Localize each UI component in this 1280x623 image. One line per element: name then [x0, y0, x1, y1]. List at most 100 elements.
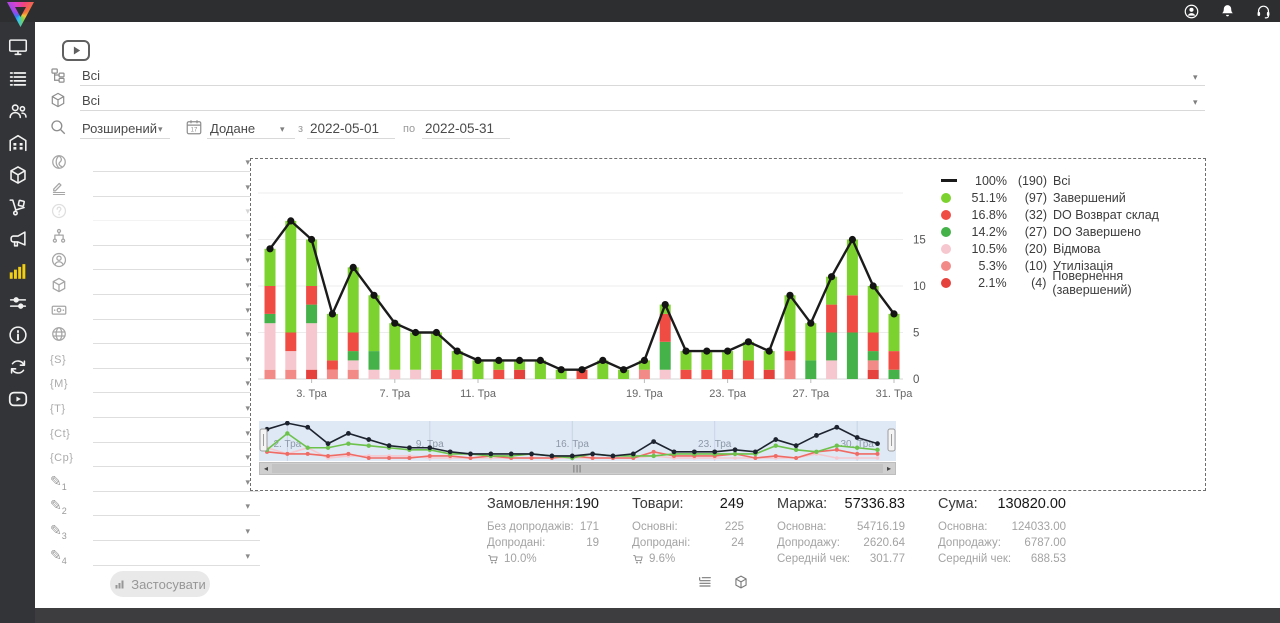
- structure-icon: [50, 227, 68, 245]
- category-caret-icon[interactable]: ▾: [1193, 72, 1198, 83]
- legend-label: Повернення (завершений): [1052, 269, 1205, 297]
- date-to-label: по: [403, 123, 415, 135]
- scroll-left-icon[interactable]: ◂: [260, 463, 272, 474]
- legend-line-swatch: [941, 179, 957, 182]
- app-logo-icon[interactable]: [7, 2, 34, 27]
- legend-percent: 5.3%: [963, 259, 1007, 273]
- sidebar-item-marketing-megaphone-icon[interactable]: [7, 228, 29, 250]
- products-cube-icon: [7, 164, 29, 186]
- globe-icon: [50, 325, 68, 343]
- stat-column: Сума:130820.00Основна:124033.00Допродажу…: [938, 496, 1066, 567]
- chart-legend: 100%(190)Всі51.1%(97)Завершений16.8%(32)…: [941, 172, 1205, 291]
- stat-title: Сума:: [938, 496, 978, 512]
- marketing-megaphone-icon: [7, 228, 29, 250]
- legend-percent: 51.1%: [963, 191, 1007, 205]
- legend-dot-swatch: [941, 210, 951, 220]
- svg-text:19. Тра: 19. Тра: [626, 388, 664, 400]
- side-filter-row[interactable]: ▾: [48, 250, 260, 272]
- dropdown-caret-icon[interactable]: ▾: [245, 551, 250, 562]
- side-filter-row[interactable]: {M}▾: [48, 373, 260, 395]
- pencil-2-icon: ✎2: [50, 497, 67, 513]
- legend-item[interactable]: 10.5%(20)Відмова: [941, 240, 1205, 257]
- side-filter-row[interactable]: ▾: [48, 177, 260, 199]
- stat-value: 190: [575, 496, 599, 512]
- stat-title: Маржа:: [777, 496, 827, 512]
- side-filter-row[interactable]: {T}▾: [48, 398, 260, 420]
- legend-label: DO Завершено: [1053, 225, 1141, 239]
- mini-chart-icon: [114, 578, 126, 590]
- user-icon[interactable]: [1183, 3, 1200, 20]
- stat-sub-row: Основна:54716.19: [777, 519, 905, 535]
- sidebar-item-settings-sliders-icon[interactable]: [7, 292, 29, 314]
- view-toggle-icons: [697, 574, 749, 590]
- stat-column: Маржа:57336.83Основна:54716.19Допродажу:…: [777, 496, 905, 567]
- side-filter-row[interactable]: ▾: [48, 226, 260, 248]
- legend-item[interactable]: 16.8%(32)DO Возврат склад: [941, 206, 1205, 223]
- side-filter-row[interactable]: {S}▾: [48, 349, 260, 371]
- orders-list-toggle-icon[interactable]: [697, 574, 713, 590]
- side-filter-row[interactable]: ✎1▾: [48, 472, 260, 494]
- sidebar-item-sync-icon[interactable]: [7, 356, 29, 378]
- chart-navigator[interactable]: 2. Тра9. Тра16. Тра23. Тра30. Тра: [259, 421, 896, 461]
- headset-icon[interactable]: [1255, 3, 1272, 20]
- stat-sub-row: Середній чек:301.77: [777, 551, 905, 567]
- side-filter-row[interactable]: ▾: [48, 201, 260, 223]
- side-filter-row[interactable]: ▾: [48, 300, 260, 322]
- svg-text:23. Тра: 23. Тра: [709, 388, 747, 400]
- clients-icon: [7, 100, 29, 122]
- legend-item[interactable]: 2.1%(4)Повернення (завершений): [941, 274, 1205, 291]
- sidebar-item-info-icon[interactable]: [7, 324, 29, 346]
- orders-list-icon: [7, 68, 29, 90]
- app-window: Всі ▾ Всі ▾ Розширений ▾ 17 Додане ▾ з 2…: [0, 0, 1280, 623]
- product-caret-icon[interactable]: ▾: [1193, 97, 1198, 108]
- legend-item[interactable]: 100%(190)Всі: [941, 172, 1205, 189]
- video-help-button[interactable]: [62, 40, 90, 61]
- side-filter-row[interactable]: ✎4▾: [48, 546, 260, 568]
- legend-percent: 16.8%: [963, 208, 1007, 222]
- bell-icon[interactable]: [1219, 3, 1236, 20]
- sidebar-item-video-tutorials-icon[interactable]: [7, 388, 29, 410]
- legend-dot-swatch: [941, 278, 951, 288]
- side-filter-row[interactable]: ✎3▾: [48, 521, 260, 543]
- sidebar-item-products-cube-icon[interactable]: [7, 164, 29, 186]
- side-filter-row[interactable]: ▾: [48, 152, 260, 174]
- topbar: [0, 0, 1280, 22]
- dropdown-caret-icon[interactable]: ▾: [245, 526, 250, 537]
- sidebar-item-warehouse-icon[interactable]: [7, 132, 29, 154]
- svg-text:27. Тра: 27. Тра: [792, 388, 830, 400]
- legend-item[interactable]: 14.2%(27)DO Завершено: [941, 223, 1205, 240]
- date-from-label: з: [298, 123, 303, 135]
- sidebar-item-desktop-icon[interactable]: [7, 36, 29, 58]
- side-filter-row[interactable]: ▾: [48, 275, 260, 297]
- legend-count: (20): [1014, 242, 1047, 256]
- stat-sub-row: Допродажу:6787.00: [938, 535, 1066, 551]
- stat-sub-row: Допродажу:2620.64: [777, 535, 905, 551]
- side-filter-row[interactable]: ✎2 ▾: [48, 496, 260, 518]
- sidebar-item-clients-icon[interactable]: [7, 100, 29, 122]
- scroll-right-icon[interactable]: ▸: [883, 463, 895, 474]
- legend-label: Всі: [1053, 174, 1070, 188]
- navigator-scrollbar[interactable]: ◂ ||| ▸: [259, 462, 896, 475]
- apply-button[interactable]: Застосувати: [110, 571, 210, 597]
- sidebar-item-purchases-trolley-icon[interactable]: [7, 196, 29, 218]
- side-filter-row[interactable]: ▾: [48, 324, 260, 346]
- svg-text:11. Тра: 11. Тра: [460, 388, 497, 400]
- play-icon: [64, 42, 88, 59]
- dropdown-caret-icon[interactable]: ▾: [245, 501, 250, 512]
- legend-item[interactable]: 51.1%(97)Завершений: [941, 189, 1205, 206]
- side-filter-row[interactable]: {Cp}▾: [48, 447, 260, 469]
- info-icon: [7, 324, 29, 346]
- token-t-icon: {T}: [50, 403, 66, 415]
- svg-text:5: 5: [913, 328, 919, 340]
- side-filter-row[interactable]: {Ct}▾: [48, 423, 260, 445]
- products-toggle-icon[interactable]: [733, 574, 749, 590]
- scrollbar-grip[interactable]: |||: [573, 463, 582, 474]
- orders-chart[interactable]: 0510153. Тра7. Тра11. Тра19. Тра23. Тра2…: [258, 165, 938, 417]
- legend-percent: 10.5%: [963, 242, 1007, 256]
- sidebar-item-statistics-bars-icon[interactable]: [7, 260, 29, 282]
- legend-percent: 100%: [963, 174, 1007, 188]
- svg-text:7. Тра: 7. Тра: [380, 388, 411, 400]
- legend-label: DO Возврат склад: [1053, 208, 1159, 222]
- sync-icon: [7, 356, 29, 378]
- sidebar-item-orders-list-icon[interactable]: [7, 68, 29, 90]
